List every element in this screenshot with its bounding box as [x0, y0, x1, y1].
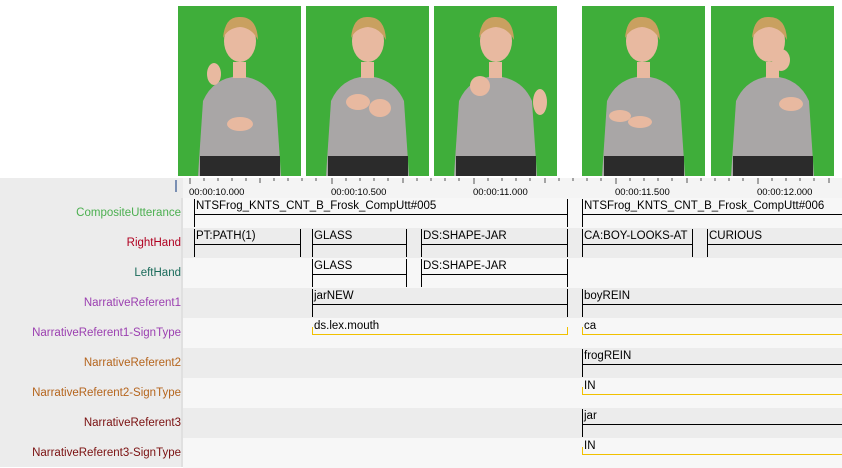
- annotation-narrativereferent1[interactable]: jarNEW: [312, 289, 568, 317]
- annotation-narrativereferent2[interactable]: frogREIN: [582, 349, 842, 377]
- video-frame-4[interactable]: [582, 6, 705, 176]
- annotation-narrativereferent1-signtype[interactable]: ca: [582, 319, 842, 347]
- annotation-righthand[interactable]: CURIOUS: [707, 229, 842, 257]
- annotation-text: jarNEW: [314, 290, 354, 302]
- annotation-compositeutterance-005[interactable]: NTSFrog_KNTS_CNT_B_Frosk_CompUtt#005: [194, 199, 568, 227]
- tier-label-lefthand[interactable]: LeftHand: [5, 258, 181, 288]
- ruler-tick-label: 00:00:11.500: [615, 187, 670, 198]
- annotation-lefthand[interactable]: DS:SHAPE-JAR: [421, 259, 568, 287]
- annotation-righthand[interactable]: PT:PATH(1): [194, 229, 301, 257]
- ruler-tick-label: 00:00:11.000: [473, 187, 528, 198]
- playhead-marker[interactable]: [175, 180, 177, 192]
- annotation-text: jar: [584, 410, 597, 422]
- annotation-compositeutterance-006[interactable]: NTSFrog_KNTS_CNT_B_Frosk_CompUtt#006: [582, 199, 842, 227]
- annotation-text: NTSFrog_KNTS_CNT_B_Frosk_CompUtt#006: [584, 200, 825, 212]
- tier-label-narrativereferent1[interactable]: NarrativeReferent1: [5, 288, 181, 318]
- ruler-tick-label: 00:00:10.000: [189, 187, 245, 198]
- tier-label-righthand[interactable]: RightHand: [5, 228, 181, 258]
- annotation-narrativereferent1-signtype[interactable]: ds.lex.mouth: [312, 319, 568, 347]
- video-frame-3[interactable]: [434, 6, 557, 176]
- time-ruler[interactable]: 00:00:10.000 00:00:10.500 00:00:11.000 0…: [183, 178, 842, 198]
- annotation-narrativereferent3[interactable]: jar: [582, 409, 842, 437]
- video-frame-2[interactable]: [306, 6, 429, 176]
- annotation-text: DS:SHAPE-JAR: [423, 260, 507, 272]
- annotation-text: DS:SHAPE-JAR: [423, 230, 507, 242]
- signer-figure: [306, 6, 429, 176]
- annotation-grid[interactable]: NTSFrog_KNTS_CNT_B_Frosk_CompUtt#005 NTS…: [183, 198, 842, 468]
- annotation-righthand[interactable]: GLASS: [312, 229, 407, 257]
- annotation-text: frogREIN: [584, 350, 632, 362]
- signer-figure: [178, 6, 301, 176]
- column-divider[interactable]: [181, 198, 183, 467]
- signer-figure: [711, 6, 834, 176]
- annotation-text: ds.lex.mouth: [314, 320, 380, 332]
- annotation-text: GLASS: [314, 230, 353, 242]
- video-frame-5[interactable]: [711, 6, 834, 176]
- video-frame-1[interactable]: [178, 6, 301, 176]
- annotation-text: NTSFrog_KNTS_CNT_B_Frosk_CompUtt#005: [196, 200, 437, 212]
- tier-label-narrativereferent1-signtype[interactable]: NarrativeReferent1-SignType: [5, 318, 181, 348]
- annotation-righthand[interactable]: CA:BOY-LOOKS-AT: [582, 229, 693, 257]
- annotation-text: GLASS: [314, 260, 353, 272]
- annotation-text: PT:PATH(1): [196, 230, 256, 242]
- ruler-tick-label: 00:00:10.500: [331, 187, 387, 198]
- annotation-text: CURIOUS: [709, 230, 763, 242]
- tier-label-narrativereferent2[interactable]: NarrativeReferent2: [5, 348, 181, 378]
- ruler-tick-label: 00:00:12.000: [757, 187, 813, 198]
- annotation-text: IN: [584, 440, 596, 452]
- annotation-text: boyREIN: [584, 290, 631, 302]
- annotation-righthand[interactable]: DS:SHAPE-JAR: [421, 229, 568, 257]
- annotation-narrativereferent1[interactable]: boyREIN: [582, 289, 842, 317]
- tier-label-compositeutterance[interactable]: CompositeUtterance: [5, 198, 181, 228]
- annotation-lefthand[interactable]: GLASS: [312, 259, 407, 287]
- tier-label-narrativereferent3-signtype[interactable]: NarrativeReferent3-SignType: [5, 438, 181, 468]
- annotation-text: IN: [584, 380, 596, 392]
- signer-figure: [582, 6, 705, 176]
- annotation-text: ca: [584, 320, 597, 332]
- annotation-narrativereferent2-signtype[interactable]: IN: [582, 379, 842, 407]
- tier-label-narrativereferent3[interactable]: NarrativeReferent3: [5, 408, 181, 438]
- annotation-text: CA:BOY-LOOKS-AT: [584, 230, 688, 242]
- tier-label-narrativereferent2-signtype[interactable]: NarrativeReferent2-SignType: [5, 378, 181, 408]
- signer-figure: [434, 6, 557, 176]
- annotation-narrativereferent3-signtype[interactable]: IN: [582, 439, 842, 467]
